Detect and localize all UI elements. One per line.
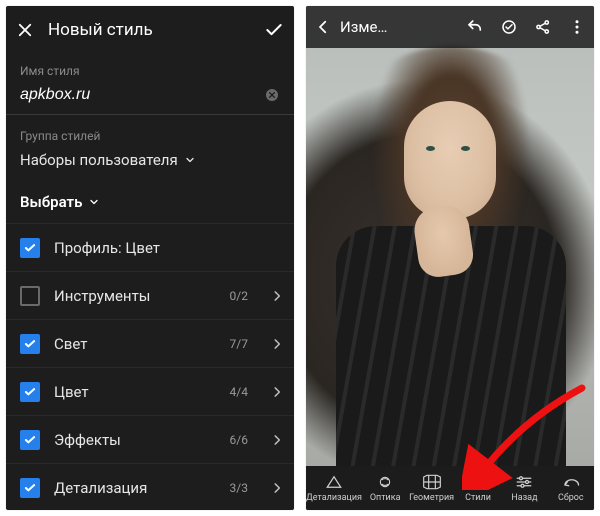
settings-row[interactable]: Профиль: Цвет [6,223,294,271]
checkbox[interactable] [20,382,40,402]
row-label: Детализация [54,479,216,497]
select-all[interactable]: Выбрать [6,185,294,223]
left-panel: Новый стиль Имя стиля Группа стилей Набо… [6,6,294,510]
select-label: Выбрать [20,193,82,211]
style-name-row [6,82,294,115]
left-header: Новый стиль [6,6,294,54]
row-count: 6/6 [230,433,248,447]
tool-triangle[interactable]: Детализация [306,466,362,510]
row-count: 0/2 [230,289,248,303]
checkbox[interactable] [20,430,40,450]
row-label: Эффекты [54,431,216,449]
done-circle-icon[interactable] [500,18,518,36]
tool-label: Оптика [370,493,401,503]
tool-grid[interactable]: Геометрия [408,466,454,510]
settings-row[interactable]: Свет 7/7 [6,319,294,367]
right-header: Изме… [306,6,594,48]
settings-list: Профиль: Цвет Инструменты 0/2 Свет 7/7 Цвет 4/… [6,223,294,510]
group-label: Группа стилей [6,119,294,147]
back-icon[interactable] [314,18,332,36]
checkbox[interactable] [20,334,40,354]
settings-row[interactable]: Цвет 4/4 [6,367,294,415]
row-count: 7/7 [230,337,248,351]
tool-label: Назад [511,493,537,503]
group-select[interactable]: Наборы пользователя [6,147,294,185]
photo-preview[interactable] [306,6,594,466]
row-label: Цвет [54,383,216,401]
row-label: Профиль: Цвет [54,239,284,257]
undoarc-icon [562,473,580,491]
more-icon[interactable] [568,18,586,36]
bottom-toolbar: Детализация Оптика Геометрия Стили Назад Сбро… [306,466,594,510]
close-icon[interactable] [16,21,34,39]
settings-row[interactable]: Детализация 3/3 [6,463,294,510]
tool-lens[interactable]: Оптика [362,466,408,510]
right-title: Изме… [340,18,458,36]
sliders-icon [515,473,533,491]
tool-label: Геометрия [409,493,454,503]
checkbox[interactable] [20,238,40,258]
chevron-right-icon [270,433,284,447]
chevron-right-icon [270,385,284,399]
settings-row[interactable]: Инструменты 0/2 [6,271,294,319]
tool-sliders[interactable]: Назад [501,466,547,510]
tool-label: Сброс [558,493,584,503]
tool-undoarc[interactable]: Сброс [548,466,594,510]
grid-icon [422,473,442,491]
undo-icon[interactable] [466,18,484,36]
row-label: Свет [54,335,216,353]
lens-icon [376,473,394,491]
right-header-actions [466,18,586,36]
left-title: Новый стиль [48,20,250,40]
row-count: 4/4 [230,385,248,399]
chevron-right-icon [270,481,284,495]
chevron-right-icon [270,289,284,303]
tool-circles[interactable]: Стили [455,466,501,510]
tool-label: Стили [465,493,491,503]
tool-label: Детализация [306,493,362,503]
chevron-right-icon [270,337,284,351]
checkbox[interactable] [20,286,40,306]
row-count: 3/3 [230,481,248,495]
chevron-down-icon [184,154,196,166]
row-label: Инструменты [54,287,216,305]
settings-row[interactable]: Эффекты 6/6 [6,415,294,463]
clear-input-icon[interactable] [264,87,280,103]
name-label: Имя стиля [6,54,294,82]
confirm-icon[interactable] [264,20,284,40]
right-panel: Изме… Детализация Оптика Геометрия Стили Наз… [306,6,594,510]
triangle-icon [325,473,343,491]
style-name-input[interactable] [20,82,264,108]
checkbox[interactable] [20,478,40,498]
share-icon[interactable] [534,18,552,36]
group-value: Наборы пользователя [20,151,178,169]
circles-icon [469,473,487,491]
chevron-down-icon [88,196,100,208]
